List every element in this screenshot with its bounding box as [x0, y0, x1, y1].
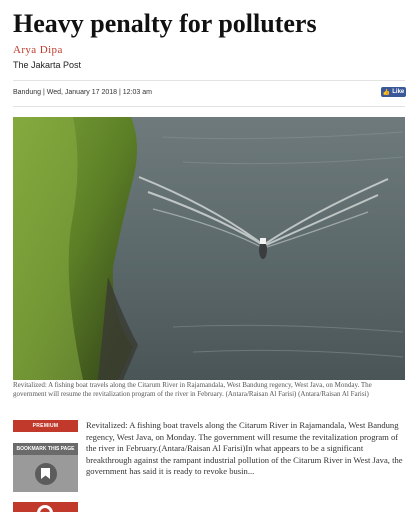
bookmark-icon: [34, 462, 57, 485]
outlet-name: The Jakarta Post: [13, 60, 82, 70]
article-photo: [13, 117, 405, 380]
article-body: Revitalized: A fishing boat travels alon…: [86, 420, 403, 476]
facebook-like-label: Like: [392, 89, 405, 95]
thumbs-up-icon: 👍: [382, 89, 391, 96]
divider: [13, 106, 405, 107]
dateline: Bandung | Wed, January 17 2018 | 12:03 a…: [13, 89, 152, 96]
article-headline: Heavy penalty for polluters: [13, 9, 317, 38]
divider: [13, 80, 405, 81]
facebook-like-button[interactable]: 👍 Like: [381, 87, 406, 97]
premium-badge: PREMIUM: [13, 420, 78, 432]
photo-caption: Revitalized: A fishing boat travels alon…: [13, 381, 372, 398]
search-button[interactable]: [13, 502, 78, 512]
bookmark-label: BOOKMARK THIS PAGE: [13, 443, 78, 455]
search-icon: [37, 505, 53, 512]
article-sidebar: PREMIUM BOOKMARK THIS PAGE: [13, 420, 78, 512]
author-link[interactable]: Arya Dipa: [13, 44, 63, 56]
bookmark-button[interactable]: [13, 455, 78, 492]
